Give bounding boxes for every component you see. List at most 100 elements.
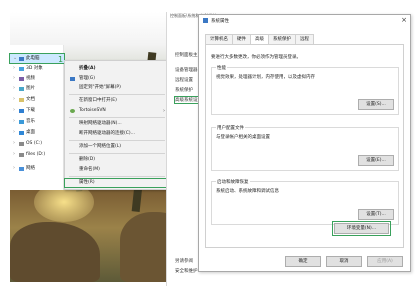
- expand-arrow-icon[interactable]: ›: [13, 117, 17, 126]
- computer-icon: [203, 18, 208, 23]
- group-performance: 性能 视觉效果，处理器计划，内存使用，以及虚拟内存 设置(S)...: [211, 65, 399, 115]
- tree-item-label: 图片: [26, 86, 35, 91]
- documents-folder-icon: [19, 97, 24, 102]
- tree-item-label: files (D:): [26, 152, 46, 157]
- tree-item-label: 桌面: [26, 130, 35, 135]
- explorer-navigation-pane: ⌄ 此电脑 › 3D 对象 › 视频 › 图片 › 文档 › 下载 › 音乐 ›…: [9, 45, 65, 190]
- music-folder-icon: [19, 119, 24, 124]
- menu-item-label: 断开网络驱动器的连接(C)...: [79, 131, 135, 136]
- tree-item-videos[interactable]: › 视频: [10, 74, 64, 83]
- ok-button[interactable]: 确定: [285, 256, 321, 267]
- tree-item-label: 此电脑: [26, 56, 40, 61]
- menu-item-label: 折叠(A): [79, 66, 96, 71]
- tortoise-icon: [70, 109, 75, 113]
- expand-arrow-icon[interactable]: ›: [13, 150, 17, 159]
- menu-item-label: 在新窗口中打开(E): [79, 98, 117, 103]
- apply-button[interactable]: 应用(A): [367, 256, 403, 267]
- group-title: 性能: [216, 65, 227, 71]
- link-remote-settings[interactable]: 远程设置: [175, 77, 193, 83]
- expand-arrow-icon[interactable]: ›: [13, 128, 17, 137]
- expand-arrow-icon[interactable]: ›: [13, 106, 17, 115]
- link-security-maintenance[interactable]: 安全和维护: [175, 268, 198, 274]
- tree-item-pictures[interactable]: › 图片: [10, 84, 64, 93]
- group-description: 视觉效果，处理器计划，内存使用，以及虚拟内存: [216, 75, 315, 80]
- admin-note: 要进行大多数更改，你必须作为管理员登录。: [211, 55, 301, 60]
- dialog-titlebar[interactable]: 系统属性 ×: [199, 15, 410, 27]
- menu-item-label: TortoiseSVN: [79, 108, 106, 113]
- group-description: 与登录帐户相关的桌面设置: [216, 135, 270, 140]
- tree-item-3d-objects[interactable]: › 3D 对象: [10, 64, 64, 73]
- tab-system-protection[interactable]: 系统保护: [268, 34, 296, 44]
- rock: [10, 222, 100, 282]
- tree-item-music[interactable]: › 音乐: [10, 117, 64, 126]
- drive-icon: [19, 152, 24, 157]
- group-user-profiles: 用户配置文件 与登录帐户相关的桌面设置 设置(E)...: [211, 125, 399, 171]
- video-folder-icon: [19, 76, 24, 81]
- menu-item-manage[interactable]: 管理(G): [65, 75, 169, 83]
- menu-item-label: 添加一个网络位置(L): [79, 144, 122, 149]
- expand-arrow-icon[interactable]: ›: [13, 84, 17, 93]
- menu-item-rename[interactable]: 重命名(M): [65, 166, 169, 174]
- menu-item-delete[interactable]: 删除(D): [65, 156, 169, 164]
- performance-settings-button[interactable]: 设置(S)...: [358, 99, 394, 110]
- tree-item-network[interactable]: › 网络: [10, 164, 64, 173]
- expand-arrow-icon[interactable]: ›: [13, 164, 17, 173]
- tree-item-label: 下载: [26, 108, 35, 113]
- menu-item-label: 管理(G): [79, 76, 95, 81]
- submenu-arrow-icon: ›: [163, 108, 165, 114]
- expand-arrow-icon[interactable]: ›: [13, 74, 17, 83]
- menu-separator: [69, 94, 165, 95]
- system-properties-dialog: 系统属性 × 计算机名 硬件 高级 系统保护 远程 要进行大多数更改，你必须作为…: [198, 14, 411, 272]
- link-device-manager[interactable]: 设备管理器: [175, 67, 198, 73]
- expand-arrow-icon[interactable]: ›: [13, 64, 17, 73]
- expand-arrow-icon[interactable]: ›: [13, 139, 17, 148]
- tree-item-label: 音乐: [26, 119, 35, 124]
- tree-item-documents[interactable]: › 文档: [10, 95, 64, 104]
- tree-item-this-pc[interactable]: ⌄ 此电脑: [9, 53, 65, 64]
- tab-hardware[interactable]: 硬件: [232, 34, 251, 44]
- menu-item-label: 映射网络驱动器(N)...: [79, 121, 122, 126]
- close-icon[interactable]: ×: [401, 16, 407, 24]
- folder-3d-icon: [19, 66, 24, 71]
- profiles-settings-button[interactable]: 设置(E)...: [358, 155, 394, 166]
- see-also-heading: 另请参阅: [175, 259, 193, 264]
- menu-item-add-network-location[interactable]: 添加一个网络位置(L): [65, 143, 169, 151]
- network-icon: [19, 166, 24, 171]
- environment-variables-button[interactable]: 环境变量(N)...: [332, 221, 391, 236]
- pictures-folder-icon: [19, 86, 24, 91]
- tree-item-drive-d[interactable]: › files (D:): [10, 150, 64, 159]
- menu-item-open-new-window[interactable]: 在新窗口中打开(E): [65, 97, 169, 105]
- expand-arrow-icon[interactable]: ›: [13, 95, 17, 104]
- menu-separator: [69, 140, 165, 141]
- computer-icon: [19, 56, 24, 61]
- context-menu: 折叠(A) 管理(G) 固定到"开始"屏幕(P) 在新窗口中打开(E) Tort…: [64, 60, 170, 190]
- menu-item-disconnect-drive[interactable]: 断开网络驱动器的连接(C)...: [65, 130, 169, 138]
- menu-item-collapse[interactable]: 折叠(A): [65, 65, 169, 73]
- menu-item-label: 删除(D): [79, 157, 95, 162]
- menu-item-pin-start[interactable]: 固定到"开始"屏幕(P): [65, 84, 169, 92]
- tree-item-drive-c[interactable]: › OS (C:): [10, 139, 64, 148]
- tree-item-label: 文档: [26, 97, 35, 102]
- menu-item-map-drive[interactable]: 映射网络驱动器(N)...: [65, 120, 169, 128]
- expand-arrow-icon[interactable]: ⌄: [13, 54, 17, 63]
- cancel-button[interactable]: 取消: [326, 256, 362, 267]
- tree-item-label: 视频: [26, 76, 35, 81]
- menu-item-label: 重命名(M): [79, 167, 100, 172]
- startup-settings-button[interactable]: 设置(T)...: [358, 209, 394, 220]
- desktop-folder-icon: [19, 130, 24, 135]
- link-system-protection[interactable]: 系统保护: [175, 87, 193, 93]
- menu-item-properties[interactable]: 属性(R): [64, 178, 170, 188]
- group-description: 系统启动、系统故障和调试信息: [216, 189, 279, 194]
- shield-icon: [70, 77, 75, 81]
- menu-separator: [69, 176, 165, 177]
- tab-remote[interactable]: 远程: [295, 34, 314, 44]
- menu-item-tortoisesvn[interactable]: TortoiseSVN ›: [65, 107, 169, 115]
- drive-icon: [19, 141, 24, 146]
- menu-separator: [69, 153, 165, 154]
- menu-separator: [69, 117, 165, 118]
- tab-computer-name[interactable]: 计算机名: [205, 34, 233, 44]
- menu-item-label: 属性(R): [79, 180, 95, 185]
- dialog-title: 系统属性: [211, 19, 229, 24]
- tree-item-desktop[interactable]: › 桌面: [10, 128, 64, 137]
- tree-item-downloads[interactable]: › 下载: [10, 106, 64, 115]
